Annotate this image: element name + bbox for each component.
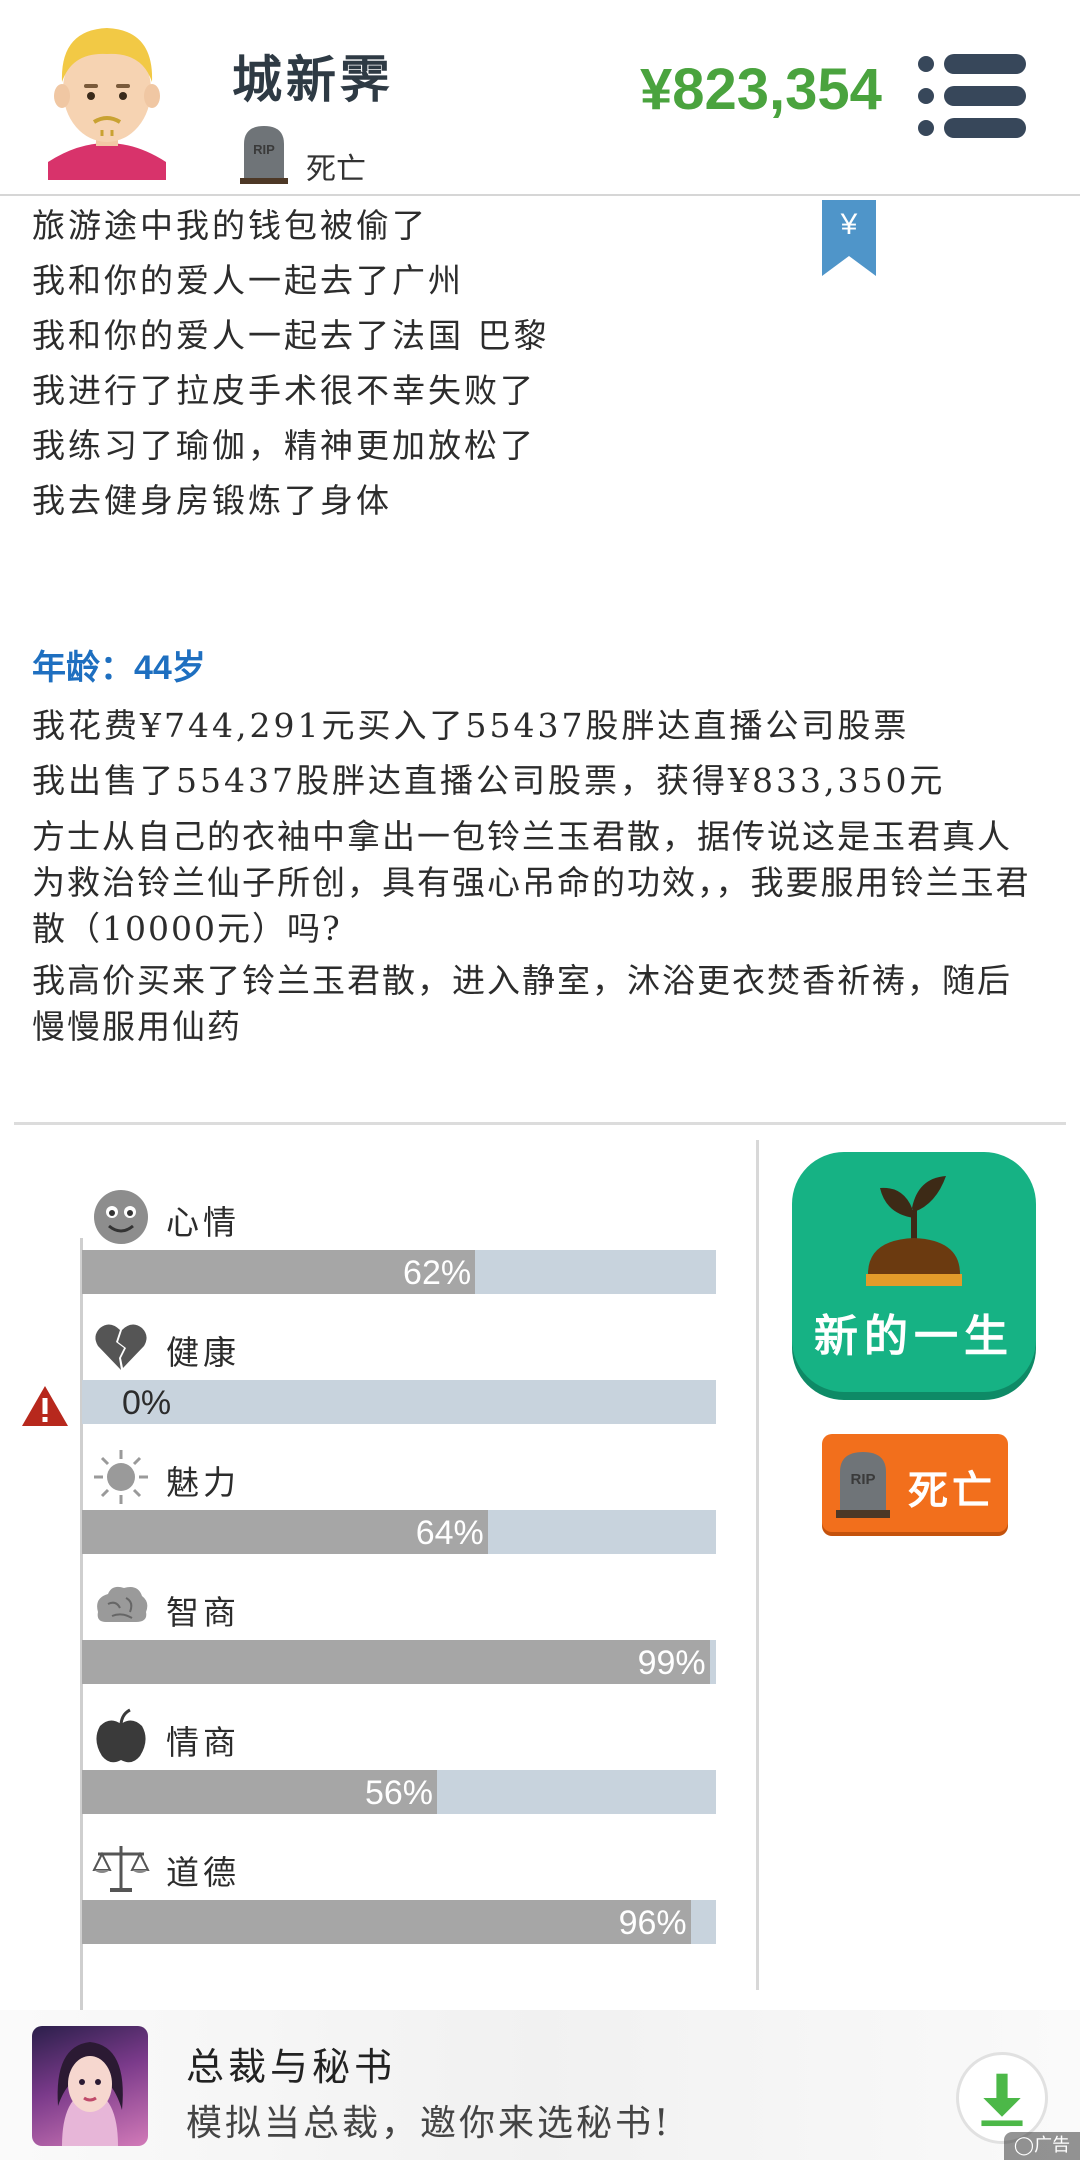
hamburger-menu-icon — [918, 54, 1026, 74]
svg-text:¥: ¥ — [840, 208, 858, 241]
broken-heart-icon — [95, 1324, 147, 1370]
stat-value: 0% — [122, 1384, 172, 1422]
stat-bar-track: 99% — [82, 1640, 716, 1684]
stat-bar-track: 56% — [82, 1770, 716, 1814]
header: 城新霁 RIP 死亡 ¥823,354 — [0, 0, 1080, 196]
stat-bar-track: 62% — [82, 1250, 716, 1294]
new-life-label: 新的一生 — [814, 1311, 1014, 1362]
age-heading: 年龄：44岁 — [32, 649, 206, 687]
stat-value: 62% — [403, 1254, 472, 1292]
stat-label: 道德 — [166, 1853, 240, 1892]
sprout-icon — [866, 1176, 962, 1286]
tombstone-icon: RIP — [836, 1452, 890, 1518]
player-name: 城新霁 — [232, 50, 394, 109]
death-label: 死亡 — [908, 1467, 996, 1514]
log-line: 我进行了拉皮手术很不幸失败了 — [32, 371, 536, 410]
death-button[interactable]: RIP 死亡 — [822, 1434, 1008, 1532]
log-line: 我去健身房锻炼了身体 — [32, 481, 392, 520]
stat-row: 健康 0% — [0, 1318, 760, 1448]
smiley-icon — [94, 1190, 148, 1244]
menu-line — [918, 118, 1026, 138]
stat-row: 道德 96% — [0, 1838, 760, 1968]
log-divider — [14, 1122, 1066, 1125]
ad-character-image — [57, 2042, 123, 2146]
stat-value: 96% — [618, 1904, 687, 1942]
menu-button[interactable] — [918, 54, 1026, 138]
log-line: 我练习了瑜伽，精神更加放松了 — [32, 426, 536, 465]
stats-divider — [756, 1140, 759, 1990]
tombstone-icon: RIP — [240, 126, 288, 184]
ad-thumbnail[interactable] — [32, 2026, 148, 2146]
download-icon — [981, 2073, 1023, 2127]
ad-subtitle: 模拟当总裁，邀你来选秘书! — [186, 2103, 672, 2144]
event-log-content: 旅游途中我的钱包被偷了 我和你的爱人一起去了广州我和你的爱人一起去了法国 巴黎 我进… — [32, 198, 1032, 1056]
stat-label: 魅力 — [166, 1463, 240, 1502]
brain-icon — [97, 1586, 148, 1622]
money-display: ¥823,354 — [640, 57, 882, 122]
log-line: 我花费¥744,291元买入了55437股胖达直播公司股票 — [32, 706, 910, 745]
event-log[interactable]: 旅游途中我的钱包被偷了 我和你的爱人一起去了广州我和你的爱人一起去了法国 巴黎 我进… — [0, 198, 1080, 1124]
avatar[interactable] — [38, 12, 176, 180]
ad-title: 总裁与秘书 — [186, 2045, 397, 2089]
stat-row: 情商 56% — [0, 1708, 760, 1838]
warning-icon — [22, 1386, 68, 1426]
stat-row: 魅力 64% — [0, 1448, 760, 1578]
stat-label: 智商 — [166, 1593, 240, 1632]
log-line: 我出售了55437股胖达直播公司股票，获得¥833,350元 — [32, 761, 946, 800]
stat-value: 64% — [415, 1514, 484, 1552]
yen-bookmark-icon[interactable]: ¥ — [822, 200, 876, 276]
sun-icon — [94, 1450, 148, 1504]
stat-label: 心情 — [166, 1203, 240, 1242]
new-life-button[interactable]: 新的一生 — [792, 1152, 1036, 1392]
stat-row: 智商 99% — [0, 1578, 760, 1708]
log-line: 旅游途中我的钱包被偷了 — [32, 206, 428, 245]
stat-value: 99% — [637, 1644, 706, 1682]
stat-row: 心情 62% — [0, 1188, 760, 1318]
download-button[interactable] — [956, 2052, 1048, 2144]
log-line: 我和你的爱人一起去了广州 — [32, 261, 464, 300]
stat-bar-fill — [82, 1900, 691, 1944]
log-line: 我和你的爱人一起去了法国 巴黎 — [32, 316, 550, 355]
stat-value: 56% — [364, 1774, 434, 1812]
menu-line — [918, 86, 1026, 106]
stat-bar-track: 0% — [82, 1380, 716, 1424]
apple-icon — [96, 1708, 146, 1763]
status-text: 死亡 — [306, 152, 366, 187]
scales-icon — [92, 1846, 150, 1892]
stat-label: 健康 — [166, 1333, 240, 1372]
ad-banner[interactable]: 总裁与秘书 模拟当总裁，邀你来选秘书! — [0, 2010, 1080, 2160]
stat-label: 情商 — [166, 1723, 240, 1762]
app-root: 城新霁 RIP 死亡 ¥823,354 ¥ 旅游途中我的钱包被偷了 我和你的爱人… — [0, 0, 1080, 2160]
svg-text:RIP: RIP — [850, 1471, 875, 1488]
log-line: 方士从自己的衣袖中拿出一包铃兰玉君散，据传说这是玉君真人为救治铃兰仙子所创，具有… — [32, 817, 1031, 948]
svg-text:RIP: RIP — [253, 142, 275, 157]
stat-bar-fill — [82, 1640, 710, 1684]
stat-bar-track: 96% — [82, 1900, 716, 1944]
stat-bar-track: 64% — [82, 1510, 716, 1554]
ad-mark: ◯广告 — [1004, 2132, 1080, 2160]
log-line: 我高价买来了铃兰玉君散，进入静室，沐浴更衣焚香祈祷，随后慢慢服用仙药 — [32, 961, 1012, 1046]
